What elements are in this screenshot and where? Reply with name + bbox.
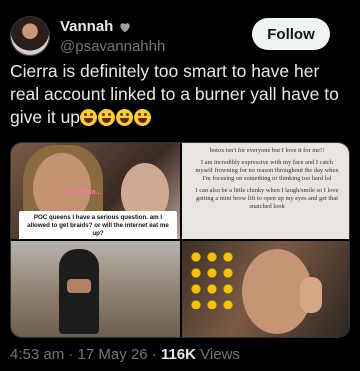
tweet-body: Cierra is definitely too smart to have h…: [10, 61, 339, 127]
person-midriff: [67, 279, 91, 293]
views-label: Views: [200, 346, 240, 363]
image-caption: POC queens I have a serious question. am…: [19, 211, 177, 239]
separator: ·: [68, 346, 74, 363]
hand-shape: [300, 277, 322, 313]
joy-emoji-icon: [98, 109, 116, 126]
overlay-label: New Insta...: [63, 189, 102, 196]
text-line: I can also be a little chinky when I lau…: [195, 187, 339, 210]
tweet-meta: 4:53 am · 17 May 26 · 116K Views: [10, 346, 240, 363]
media-image-1[interactable]: New Insta... POC queens I have a serious…: [11, 143, 180, 239]
text-line: botox isn't for everyone but I love it f…: [209, 147, 325, 154]
joy-emoji-icon: [134, 109, 152, 126]
follow-button[interactable]: Follow: [252, 18, 330, 50]
avatar[interactable]: [10, 16, 50, 56]
flowers-shape: [188, 249, 234, 309]
media-image-4[interactable]: [182, 241, 349, 337]
joy-emoji-icon: [116, 109, 134, 126]
media-image-3[interactable]: [11, 241, 180, 337]
tweet-text: Cierra is definitely too smart to have h…: [10, 60, 350, 129]
heart-icon: [120, 22, 131, 32]
media-image-2[interactable]: botox isn't for everyone but I love it f…: [182, 143, 349, 239]
tweet-header: Vannah @psavannahhh Follow: [10, 10, 350, 60]
display-name[interactable]: Vannah: [60, 18, 113, 35]
name-row: Vannah: [60, 18, 132, 35]
screenshot-text: botox isn't for everyone but I love it f…: [194, 147, 340, 215]
text-line: I am incredibly expressive with my face …: [195, 159, 339, 182]
tweet-date[interactable]: 17 May 26: [78, 346, 148, 363]
joy-emoji-icon: [80, 109, 98, 126]
separator: ·: [151, 346, 157, 363]
emoji-group: [80, 107, 152, 127]
handle[interactable]: @psavannahhh: [60, 38, 165, 55]
media-grid[interactable]: New Insta... POC queens I have a serious…: [10, 142, 350, 338]
tweet-time[interactable]: 4:53 am: [10, 346, 64, 363]
views-count: 116K: [160, 346, 196, 363]
